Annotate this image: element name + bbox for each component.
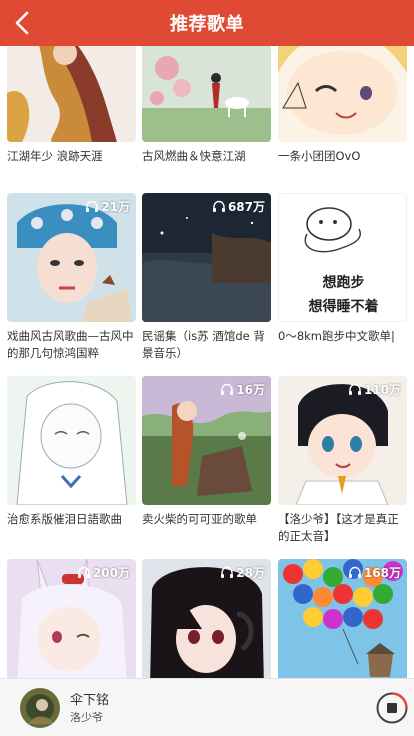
playlist-card[interactable]: 200万 [7, 559, 136, 678]
play-count-badge: 687万 [212, 198, 265, 215]
page-title: 推荐歌单 [170, 14, 244, 35]
playlist-caption: 江湖年少 浪跡天涯 [7, 149, 103, 163]
play-count-badge: 168万 [348, 564, 401, 581]
cover-image: 古 [142, 46, 271, 142]
playlist-cover: 16万 [142, 376, 271, 505]
playlist-grid-scroll[interactable]: 江湖年少 浪跡天涯 古 古风燃曲＆快意江湖 [0, 46, 414, 678]
playlist-card[interactable]: 687万 民谣集（is苏 酒馆de 背景音乐） [142, 193, 271, 362]
headphones-icon [86, 200, 99, 212]
headphones-icon [348, 383, 361, 395]
play-count: 110万 [363, 383, 401, 397]
playlist-card[interactable]: 一条小团团OvO [278, 46, 407, 165]
playlist-card[interactable]: 古 古风燃曲＆快意江湖 [142, 46, 271, 165]
mini-player[interactable]: 伞下铭 洛少爷 [0, 678, 414, 736]
playlist-caption: 卖火柴的可可亚的歌单 [142, 512, 257, 526]
cover-text-1: 想跑步 [322, 275, 365, 291]
playlist-cover: 168万 [278, 559, 407, 678]
playlist-card[interactable]: 江湖年少 浪跡天涯 [7, 46, 136, 165]
playlist-caption: 一条小团团OvO [278, 149, 361, 163]
playlist-cover: 想跑步 想得睡不着 [278, 193, 407, 322]
playlist-cover: 110万 [278, 376, 407, 505]
stop-icon [376, 692, 408, 724]
playlist-cover: 200万 [7, 559, 136, 678]
cover-image [278, 46, 407, 142]
playlist-cover [278, 46, 407, 142]
playlist-cover: 21万 [7, 193, 136, 322]
playlist-caption: 民谣集（is苏 酒馆de 背景音乐） [142, 329, 265, 360]
track-artist: 洛少爷 [70, 711, 103, 724]
headphones-icon [221, 383, 234, 395]
cover-image [7, 376, 136, 505]
playlist-cover [7, 46, 136, 142]
album-art [20, 688, 60, 728]
play-count: 28万 [236, 566, 265, 580]
playlist-caption: 0～8km跑步中文歌单| [278, 329, 395, 343]
playlist-card[interactable]: 21万 戏曲风古风歌曲—古风中的那几句惊鸿国粹 [7, 193, 136, 362]
back-button[interactable] [8, 8, 38, 38]
playlist-card[interactable]: 16万 卖火柴的可可亚的歌单 [142, 376, 271, 528]
playlist-card[interactable]: 110万 【洛少爷】【这才是真正的正太音】 [278, 376, 407, 545]
playlist-card[interactable]: 治愈系版催泪日語歌曲 [7, 376, 136, 528]
playlist-cover [7, 376, 136, 505]
playlist-cover: 古 [142, 46, 271, 142]
app-header: 推荐歌单 [0, 0, 414, 46]
playlist-caption: 治愈系版催泪日語歌曲 [7, 512, 122, 526]
play-count: 200万 [92, 566, 130, 580]
headphones-icon [348, 566, 361, 578]
play-count: 21万 [101, 200, 130, 214]
play-count-badge: 200万 [77, 564, 130, 581]
cover-text-2: 想得睡不着 [308, 299, 379, 315]
play-count: 168万 [363, 566, 401, 580]
playlist-cover: 687万 [142, 193, 271, 322]
playlist-card[interactable]: 168万 [278, 559, 407, 678]
headphones-icon [212, 200, 225, 212]
play-count-badge: 21万 [85, 198, 130, 215]
now-playing-cover[interactable] [20, 688, 60, 728]
track-title: 伞下铭 [70, 693, 110, 708]
playlist-caption: 戏曲风古风歌曲—古风中的那几句惊鸿国粹 [7, 329, 134, 360]
playlist-card[interactable]: 28万 [142, 559, 271, 678]
playlist-caption: 古风燃曲＆快意江湖 [142, 149, 246, 163]
stop-button[interactable] [375, 691, 409, 725]
chevron-left-icon [15, 11, 29, 35]
playlist-caption: 【洛少爷】【这才是真正的正太音】 [278, 512, 399, 543]
play-count-badge: 16万 [220, 381, 265, 398]
playlist-cover: 28万 [142, 559, 271, 678]
headphones-icon [221, 566, 234, 578]
play-count-badge: 28万 [220, 564, 265, 581]
headphones-icon [77, 566, 90, 578]
cover-image [7, 46, 136, 142]
play-count-badge: 110万 [348, 381, 401, 398]
playlist-card[interactable]: 想跑步 想得睡不着 0～8km跑步中文歌单| [278, 193, 407, 345]
play-count: 16万 [236, 383, 265, 397]
play-count: 687万 [227, 200, 265, 214]
